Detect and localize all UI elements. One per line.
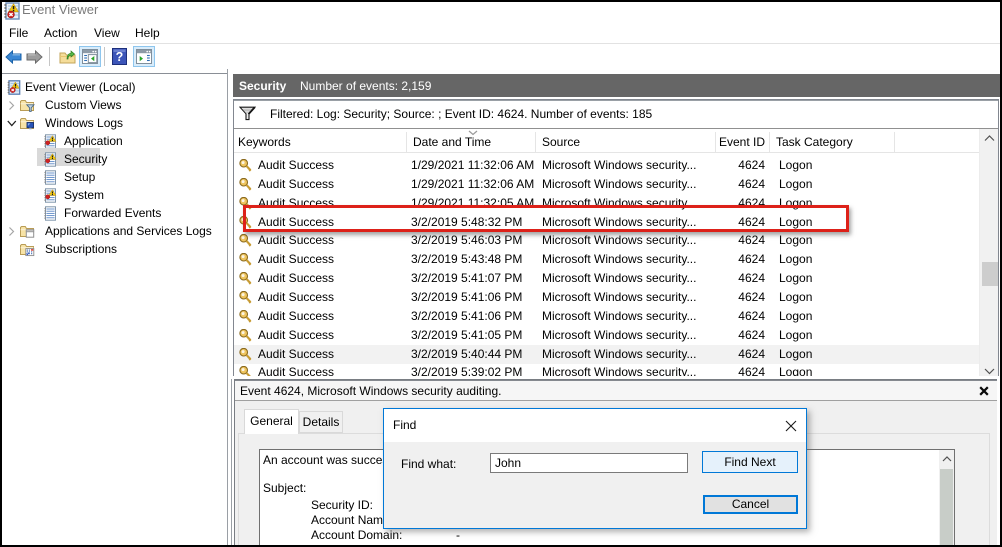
svg-text:?: ? — [116, 50, 124, 64]
